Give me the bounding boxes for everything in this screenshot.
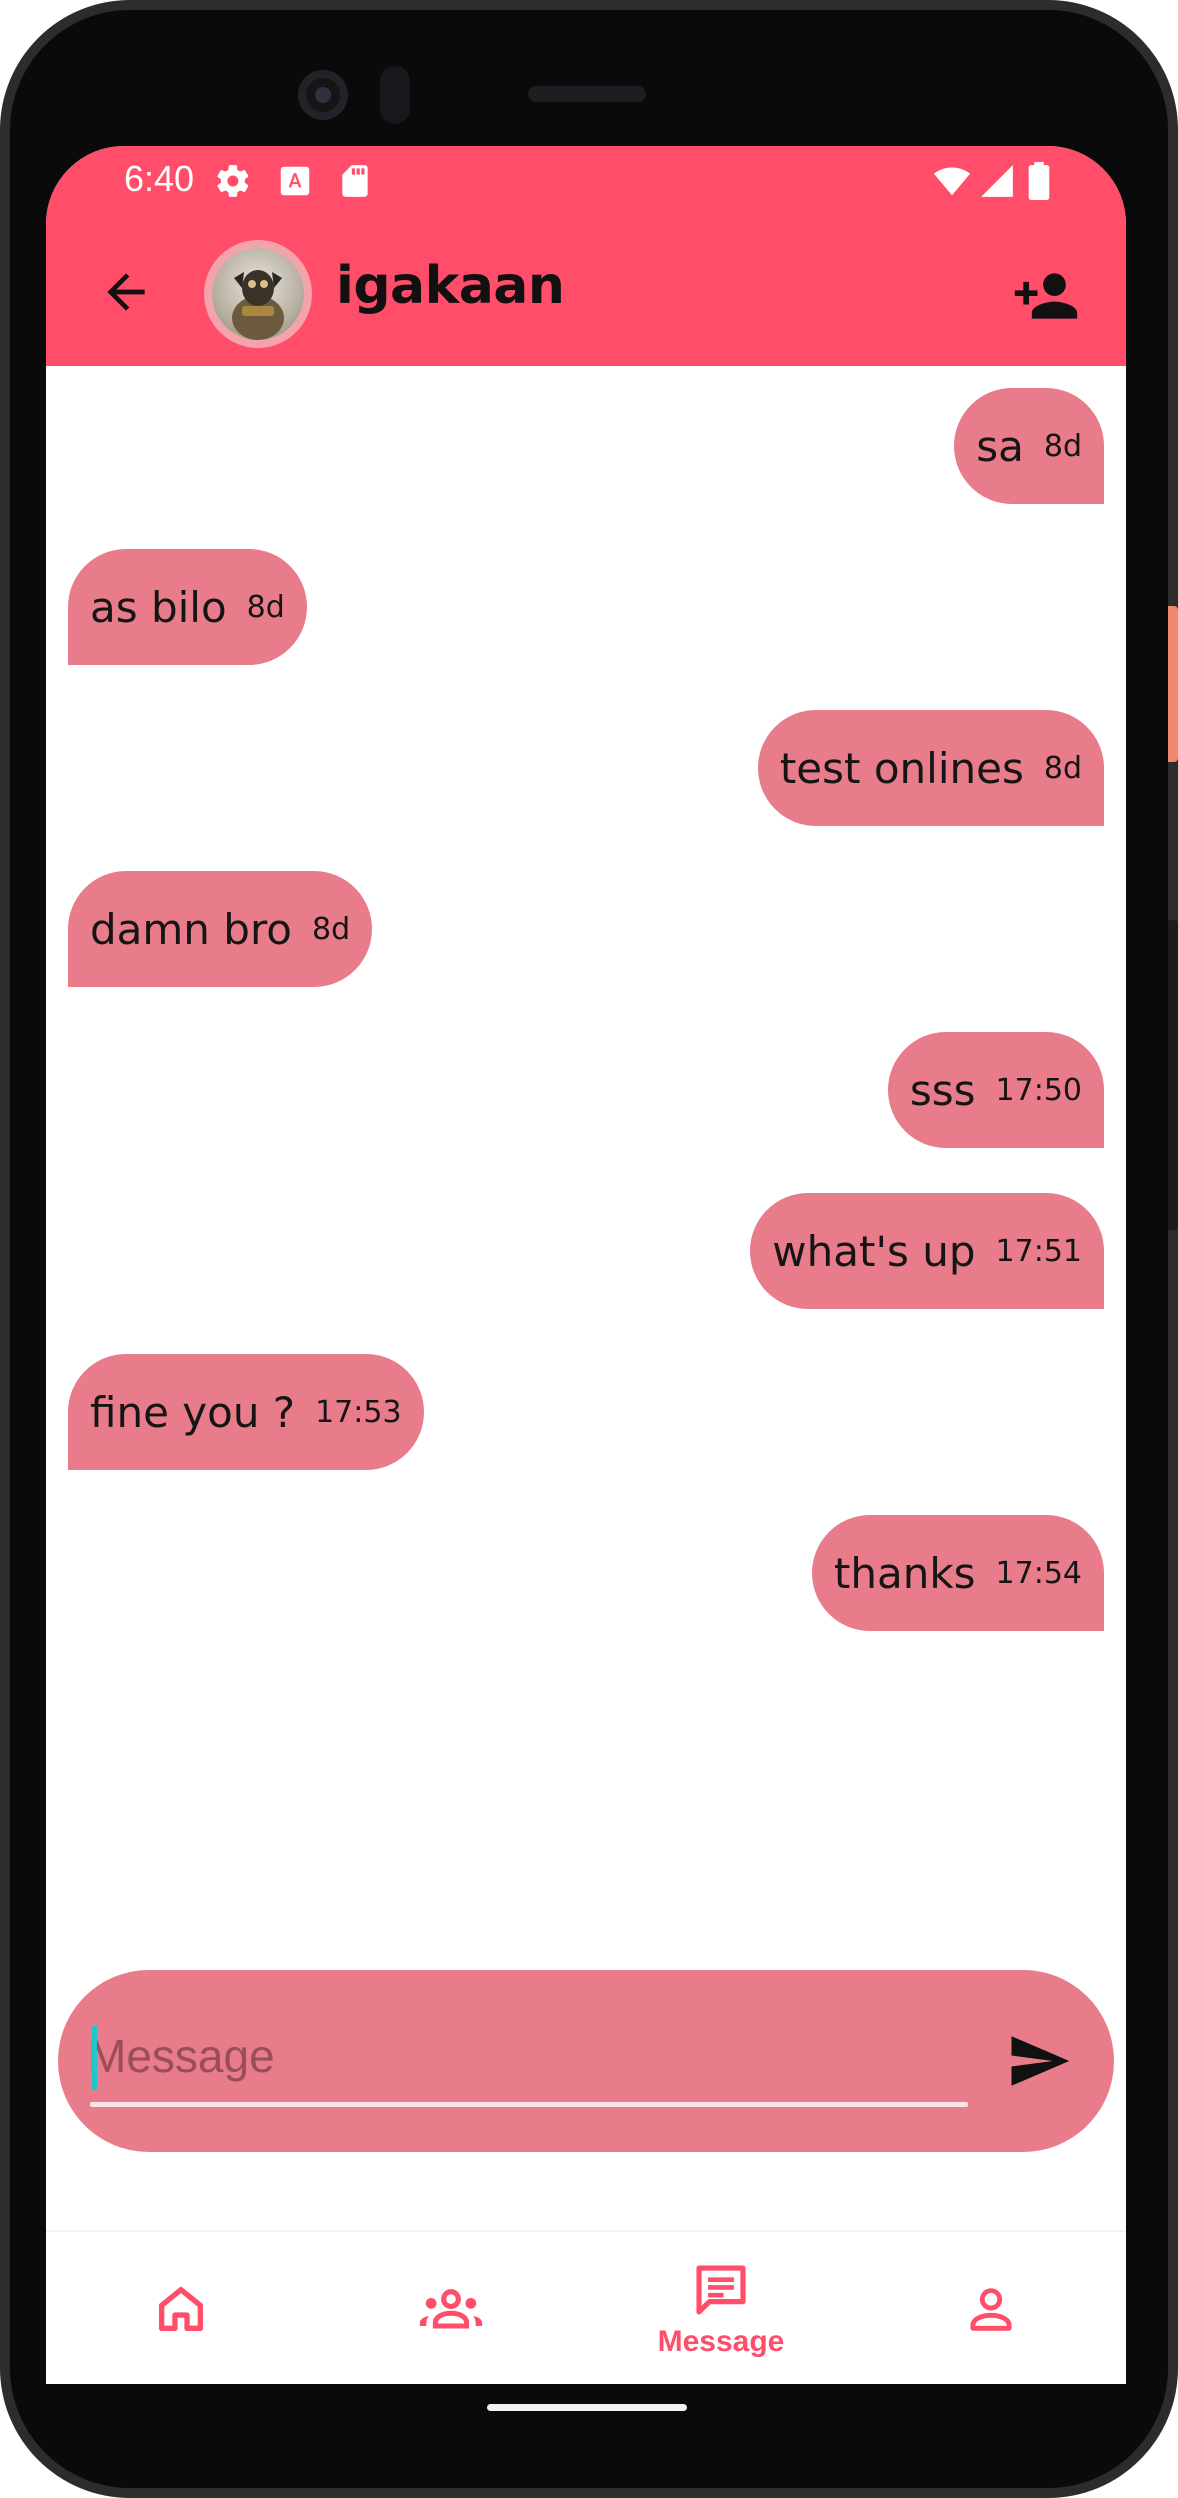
groups-icon (419, 2289, 483, 2329)
settings-icon (217, 165, 249, 197)
power-button (1168, 606, 1178, 762)
message-bubble[interactable]: sa 8d (954, 388, 1104, 504)
message-bubble[interactable]: damn bro 8d (68, 871, 373, 987)
message-time: 17:51 (995, 1233, 1082, 1269)
message-bubble[interactable]: thanks 17:54 (811, 1515, 1104, 1631)
message-text: thanks (833, 1548, 976, 1598)
bottom-nav: Message (46, 2230, 1126, 2384)
message-time: 8d (311, 911, 351, 947)
status-bar: 6:40 (46, 146, 1126, 220)
message-time: 8d (1043, 428, 1082, 464)
volume-button (1168, 920, 1178, 1230)
status-time: 6:40 (124, 158, 195, 199)
home-indicator (487, 2404, 687, 2411)
front-camera (298, 70, 348, 120)
wifi-icon (933, 167, 971, 196)
message-time: 8d (246, 589, 285, 625)
home-icon (159, 2287, 203, 2331)
message-time: 8d (1043, 750, 1082, 786)
message-list: sa 8d as bilo 8d test onlines 8d damn br… (46, 366, 1126, 2066)
font-icon (280, 166, 310, 196)
message-time: 17:50 (995, 1072, 1082, 1108)
message-text: damn bro (90, 904, 292, 954)
message-bubble[interactable]: what's up 17:51 (750, 1193, 1104, 1309)
message-time: 17:53 (315, 1394, 402, 1430)
screen: 6:40 igakaan sa 8d as bilo 8d test onlin… (46, 146, 1126, 2384)
message-text: test onlines (779, 743, 1024, 793)
message-bubble[interactable]: as bilo 8d (68, 549, 307, 665)
message-text: as bilo (90, 582, 227, 632)
nav-item-profile[interactable] (856, 2232, 1126, 2384)
message-text: sss (909, 1065, 976, 1115)
message-bubble[interactable]: sss 17:50 (887, 1032, 1104, 1148)
message-composer (58, 1970, 1114, 2152)
app-bar: igakaan (46, 220, 1126, 366)
person-add-icon (1014, 273, 1078, 319)
nav-item-message[interactable]: Message (586, 2232, 856, 2384)
send-button[interactable] (1002, 2024, 1076, 2098)
battery-icon (1028, 162, 1050, 200)
signal-icon (981, 165, 1013, 197)
nav-item-home[interactable] (46, 2232, 316, 2384)
message-input[interactable] (88, 2020, 968, 2092)
sd-card-icon (342, 165, 368, 197)
proximity-sensor (380, 66, 410, 124)
earpiece-speaker (528, 86, 646, 102)
message-text: sa (976, 421, 1024, 471)
nav-label-message: Message (657, 2325, 785, 2358)
person-icon (970, 2288, 1012, 2331)
message-icon (696, 2265, 746, 2315)
message-time: 17:54 (995, 1555, 1082, 1591)
input-underline (90, 2102, 968, 2107)
send-icon (1011, 2036, 1070, 2086)
message-bubble[interactable]: test onlines 8d (757, 710, 1104, 826)
arrow-back-icon (107, 273, 145, 311)
avatar[interactable] (204, 240, 312, 348)
message-text: what's up (772, 1226, 976, 1276)
text-cursor (92, 2026, 97, 2090)
back-button[interactable] (90, 256, 162, 328)
message-text: fine you ? (90, 1387, 296, 1437)
add-friend-button[interactable] (1006, 260, 1086, 332)
avatar-image (212, 248, 304, 340)
contact-name: igakaan (336, 256, 565, 316)
message-bubble[interactable]: fine you ? 17:53 (68, 1354, 424, 1470)
nav-item-groups[interactable] (316, 2232, 586, 2384)
